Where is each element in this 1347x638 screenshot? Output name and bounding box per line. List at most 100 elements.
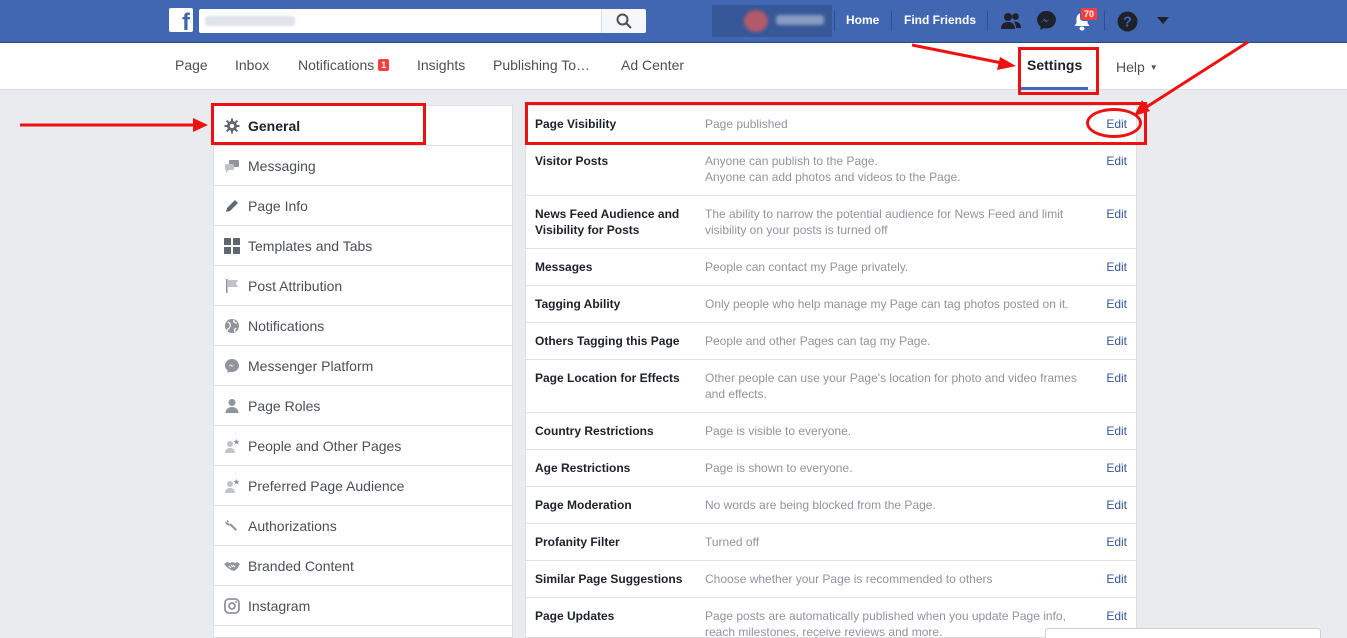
help-menu[interactable]: Help ▼	[1116, 59, 1158, 75]
sidebar-item-templates-tabs[interactable]: Templates and Tabs	[214, 226, 512, 266]
top-bar: f Home Find Friends 70 ?	[0, 0, 1347, 43]
annotation-box-page-visibility	[525, 102, 1147, 145]
home-link[interactable]: Home	[846, 13, 879, 27]
tab-inbox[interactable]: Inbox	[235, 57, 269, 73]
chat-icon	[225, 160, 239, 173]
edit-link[interactable]: Edit	[1106, 206, 1127, 222]
handshake-icon	[224, 562, 240, 571]
help-label: Help	[1116, 59, 1145, 75]
sidebar-item-people-other-pages[interactable]: People and Other Pages	[214, 426, 512, 466]
tab-ad-center[interactable]: Ad Center	[621, 57, 684, 73]
edit-link[interactable]: Edit	[1106, 423, 1127, 439]
setting-description: No words are being blocked from the Page…	[705, 498, 936, 512]
pencil-icon	[226, 200, 238, 212]
globe-icon	[225, 319, 239, 333]
setting-description: Only people who help manage my Page can …	[705, 297, 1069, 311]
setting-label: Visitor Posts	[535, 154, 609, 168]
annotation-box-general	[211, 103, 426, 145]
setting-label: Page Location for Effects	[535, 371, 680, 385]
page-nav: Page Inbox Notifications 1 Insights Publi…	[0, 43, 1347, 90]
setting-description: Page posts are automatically published w…	[705, 609, 1066, 638]
sidebar-item-messenger-platform[interactable]: Messenger Platform	[214, 346, 512, 386]
sidebar-item-label: Page Info	[248, 198, 308, 214]
edit-link[interactable]: Edit	[1106, 153, 1127, 169]
tab-page[interactable]: Page	[175, 57, 208, 73]
grid-icon	[224, 238, 240, 254]
setting-description: Page is visible to everyone.	[705, 424, 852, 438]
setting-label: Age Restrictions	[535, 461, 631, 475]
sidebar-item-label: Preferred Page Audience	[248, 478, 405, 494]
setting-row-messages: Messages People can contact my Page priv…	[526, 249, 1136, 286]
setting-row-location-effects: Page Location for Effects Other people c…	[526, 360, 1136, 413]
friends-icon[interactable]	[1000, 12, 1022, 30]
messenger-icon[interactable]	[1036, 10, 1057, 31]
sidebar-item-label: Templates and Tabs	[248, 238, 373, 254]
dropdown-caret-icon[interactable]	[1157, 17, 1169, 25]
tab-notifications[interactable]: Notifications 1	[298, 57, 390, 73]
nav-divider	[891, 11, 892, 31]
setting-row-similar-page-suggestions: Similar Page Suggestions Choose whether …	[526, 561, 1136, 598]
search-query-blurred	[205, 16, 295, 26]
setting-label: News Feed Audience and Visibility for Po…	[535, 207, 680, 237]
annotation-box-settings	[1018, 47, 1099, 95]
sidebar-item-page-info[interactable]: Page Info	[214, 186, 512, 226]
sidebar-item-label: Page Roles	[248, 398, 321, 414]
edit-link[interactable]: Edit	[1106, 296, 1127, 312]
settings-sidebar: General Messaging Page Info Templates an…	[213, 105, 513, 638]
sidebar-item-page-roles[interactable]: Page Roles	[214, 386, 512, 426]
tab-publishing-tools[interactable]: Publishing To…	[493, 57, 590, 73]
edit-link[interactable]: Edit	[1106, 259, 1127, 275]
setting-description: Other people can use your Page's locatio…	[705, 371, 1077, 401]
edit-link[interactable]: Edit	[1106, 460, 1127, 476]
person-icon	[225, 399, 239, 413]
svg-text:?: ?	[1123, 15, 1132, 31]
setting-label: Profanity Filter	[535, 535, 620, 549]
wrench-icon	[225, 519, 237, 531]
facebook-logo[interactable]: f	[169, 8, 193, 35]
tab-insights[interactable]: Insights	[417, 57, 465, 73]
sidebar-item-authorizations[interactable]: Authorizations	[214, 506, 512, 546]
sidebar-item-label: Instagram	[248, 598, 311, 614]
setting-label: Similar Page Suggestions	[535, 572, 683, 586]
flag-icon	[226, 279, 238, 293]
edit-link[interactable]: Edit	[1106, 497, 1127, 513]
setting-description: People and other Pages can tag my Page.	[705, 334, 931, 348]
edit-link[interactable]: Edit	[1106, 571, 1127, 587]
setting-label: Page Moderation	[535, 498, 632, 512]
setting-label: Country Restrictions	[535, 424, 654, 438]
annotation-circle-edit	[1086, 108, 1142, 138]
sidebar-item-messaging[interactable]: Messaging	[214, 146, 512, 186]
find-friends-link[interactable]: Find Friends	[904, 13, 976, 27]
setting-description: Anyone can publish to the Page. Anyone c…	[705, 154, 961, 184]
setting-row-tagging-ability: Tagging Ability Only people who help man…	[526, 286, 1136, 323]
setting-row-others-tagging: Others Tagging this Page People and othe…	[526, 323, 1136, 360]
sidebar-item-label: People and Other Pages	[248, 438, 402, 454]
avatar	[744, 10, 768, 32]
setting-description: People can contact my Page privately.	[705, 260, 909, 274]
edit-link[interactable]: Edit	[1106, 333, 1127, 349]
search-input[interactable]	[199, 9, 601, 33]
search-icon	[616, 13, 632, 29]
setting-description: The ability to narrow the potential audi…	[705, 207, 1064, 237]
edit-link[interactable]: Edit	[1106, 608, 1127, 624]
sidebar-item-label: Authorizations	[248, 518, 337, 534]
setting-label: Page Updates	[535, 609, 615, 623]
setting-label: Tagging Ability	[535, 297, 621, 311]
profile-name-blurred	[776, 15, 824, 25]
sidebar-item-notifications[interactable]: Notifications	[214, 306, 512, 346]
help-icon[interactable]: ?	[1117, 11, 1138, 32]
edit-link[interactable]: Edit	[1106, 534, 1127, 550]
sidebar-item-preferred-audience[interactable]: Preferred Page Audience	[214, 466, 512, 506]
person-star-icon	[225, 439, 240, 453]
sidebar-item-post-attribution[interactable]: Post Attribution	[214, 266, 512, 306]
edit-link[interactable]: Edit	[1106, 370, 1127, 386]
sidebar-item-instagram[interactable]: Instagram	[214, 586, 512, 626]
search-button[interactable]	[601, 9, 646, 33]
setting-label: Messages	[535, 260, 593, 274]
chat-sidebar-tab[interactable]	[1045, 628, 1321, 638]
sidebar-item-branded-content[interactable]: Branded Content	[214, 546, 512, 586]
setting-description: Page is shown to everyone.	[705, 461, 853, 475]
setting-row-profanity-filter: Profanity Filter Turned off Edit	[526, 524, 1136, 561]
setting-description: Choose whether your Page is recommended …	[705, 572, 993, 586]
tab-notifications-label: Notifications	[298, 57, 375, 73]
